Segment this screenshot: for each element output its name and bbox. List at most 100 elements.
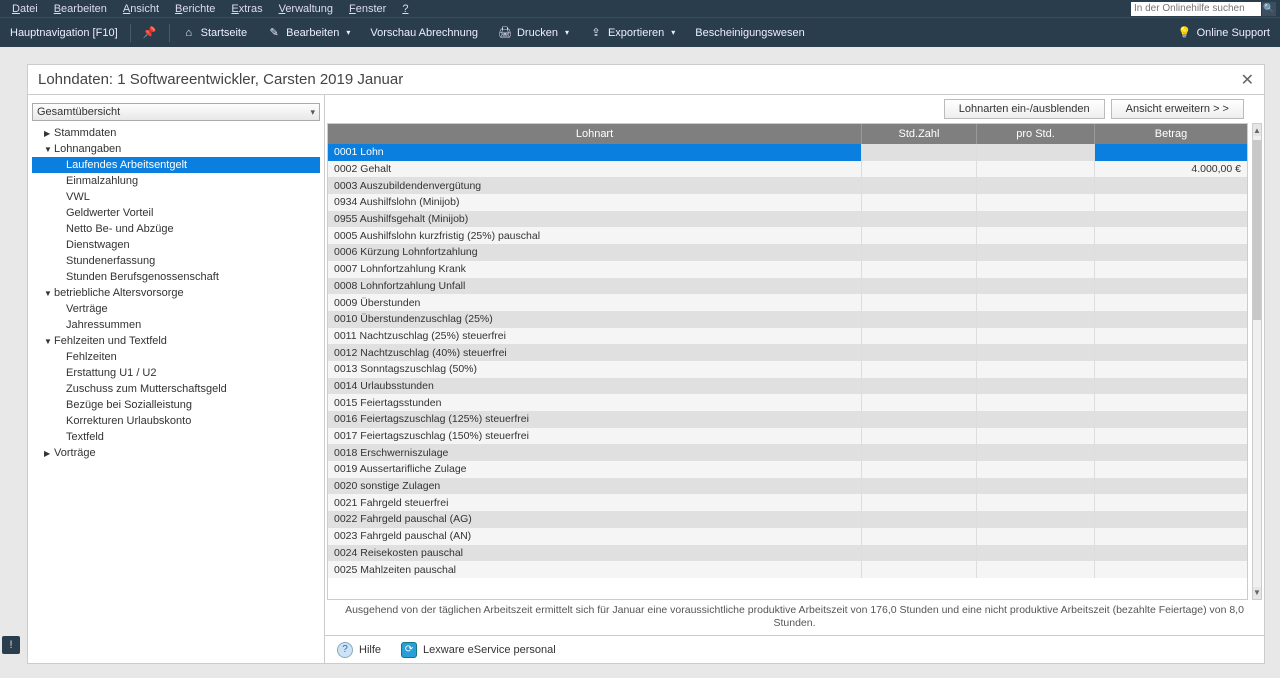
grid-body: 0001 Lohn0002 Gehalt4.000,00 €0003 Auszu…	[328, 144, 1247, 599]
nav-column: Gesamtübersicht ▶Stammdaten▼LohnangabenL…	[28, 95, 325, 663]
nav-item[interactable]: Geldwerter Vorteil	[32, 205, 320, 221]
nav-item[interactable]: Erstattung U1 / U2	[32, 365, 320, 381]
drucken-button[interactable]: 🖨Drucken▾	[488, 18, 579, 47]
table-row[interactable]: 0009 Überstunden	[328, 294, 1247, 311]
table-row[interactable]: 0015 Feiertagsstunden	[328, 394, 1247, 411]
export-icon: ⇪	[589, 26, 603, 40]
table-row[interactable]: 0023 Fahrgeld pauschal (AN)	[328, 528, 1247, 545]
table-row[interactable]: 0955 Aushilfsgehalt (Minijob)	[328, 211, 1247, 228]
startseite-button[interactable]: ⌂Startseite	[172, 18, 257, 47]
table-row[interactable]: 0011 Nachtzuschlag (25%) steuerfrei	[328, 328, 1247, 345]
col-betrag[interactable]: Betrag	[1095, 124, 1247, 144]
table-row[interactable]: 0017 Feiertagszuschlag (150%) steuerfrei	[328, 428, 1247, 445]
onlinehelp-search-input[interactable]	[1131, 2, 1261, 16]
info-text: Ausgehend von der täglichen Arbeitszeit …	[325, 600, 1264, 635]
table-row[interactable]: 0024 Reisekosten pauschal	[328, 545, 1247, 562]
lexware-icon: ⟳	[401, 642, 417, 658]
table-row[interactable]: 0019 Aussertarifliche Zulage	[328, 461, 1247, 478]
content-column: Lohnarten ein-/ausblenden Ansicht erweit…	[325, 95, 1264, 663]
menu-bearbeiten[interactable]: Bearbeiten	[46, 3, 115, 15]
grid-header: Lohnart Std.Zahl pro Std. Betrag	[328, 124, 1247, 144]
scroll-thumb[interactable]	[1253, 140, 1261, 320]
table-row[interactable]: 0002 Gehalt4.000,00 €	[328, 161, 1247, 178]
nav-item[interactable]: ▼betriebliche Altersvorsorge	[32, 285, 320, 301]
nav-item[interactable]: Stundenerfassung	[32, 253, 320, 269]
table-row[interactable]: 0001 Lohn	[328, 144, 1247, 161]
menu-berichte[interactable]: Berichte	[167, 3, 223, 15]
nav-item[interactable]: Einmalzahlung	[32, 173, 320, 189]
nav-item[interactable]: ▶Vorträge	[32, 445, 320, 461]
scroll-down-icon[interactable]: ▼	[1253, 587, 1261, 599]
menu-ansicht[interactable]: Ansicht	[115, 3, 167, 15]
menu-fenster[interactable]: Fenster	[341, 3, 394, 15]
table-row[interactable]: 0010 Überstundenzuschlag (25%)	[328, 311, 1247, 328]
panel-title: Lohndaten: 1 Softwareentwickler, Carsten…	[38, 71, 403, 88]
scroll-up-icon[interactable]: ▲	[1253, 124, 1261, 136]
menubar: Datei Bearbeiten Ansicht Berichte Extras…	[0, 0, 1280, 17]
panel-header: Lohndaten: 1 Softwareentwickler, Carsten…	[28, 65, 1264, 95]
nav-item[interactable]: Dienstwagen	[32, 237, 320, 253]
hauptnavigation-button[interactable]: Hauptnavigation [F10]	[0, 18, 128, 47]
vorschau-button[interactable]: Vorschau Abrechnung	[360, 18, 488, 47]
bearbeiten-button[interactable]: ✎Bearbeiten▾	[257, 18, 360, 47]
content-toolbar: Lohnarten ein-/ausblenden Ansicht erweit…	[325, 95, 1264, 123]
workspace: ! Lohndaten: 1 Softwareentwickler, Carst…	[0, 47, 1280, 678]
table-row[interactable]: 0008 Lohnfortzahlung Unfall	[328, 278, 1247, 295]
menu-verwaltung[interactable]: Verwaltung	[271, 3, 341, 15]
table-row[interactable]: 0021 Fahrgeld steuerfrei	[328, 494, 1247, 511]
table-row[interactable]: 0005 Aushilfslohn kurzfristig (25%) paus…	[328, 227, 1247, 244]
table-row[interactable]: 0003 Auszubildendenvergütung	[328, 177, 1247, 194]
grid-scrollbar[interactable]: ▲ ▼	[1252, 123, 1262, 600]
table-row[interactable]: 0016 Feiertagszuschlag (125%) steuerfrei	[328, 411, 1247, 428]
side-alert-icon[interactable]: !	[2, 636, 20, 654]
nav-item[interactable]: ▼Lohnangaben	[32, 141, 320, 157]
nav-item[interactable]: Bezüge bei Sozialleistung	[32, 397, 320, 413]
pin-icon[interactable]: 📌	[133, 18, 167, 47]
menu-extras[interactable]: Extras	[223, 3, 270, 15]
nav-item[interactable]: Laufendes Arbeitsentgelt	[32, 157, 320, 173]
menu-help[interactable]: ?	[394, 3, 416, 15]
nav-item[interactable]: Fehlzeiten	[32, 349, 320, 365]
bescheinigungswesen-button[interactable]: Bescheinigungswesen	[685, 18, 814, 47]
nav-item[interactable]: ▶Stammdaten	[32, 125, 320, 141]
close-icon[interactable]: ✕	[1241, 70, 1254, 90]
nav-item[interactable]: Netto Be- und Abzüge	[32, 221, 320, 237]
table-row[interactable]: 0025 Mahlzeiten pauschal	[328, 561, 1247, 578]
col-lohnart[interactable]: Lohnart	[328, 124, 862, 144]
exportieren-button[interactable]: ⇪Exportieren▾	[579, 18, 685, 47]
nav-item[interactable]: Textfeld	[32, 429, 320, 445]
search-icon[interactable]: 🔍	[1262, 2, 1276, 16]
menu-datei[interactable]: Datei	[4, 3, 46, 15]
lohnarten-grid: Lohnart Std.Zahl pro Std. Betrag 0001 Lo…	[327, 123, 1248, 600]
col-stdzahl[interactable]: Std.Zahl	[862, 124, 977, 144]
lohnarten-toggle-button[interactable]: Lohnarten ein-/ausblenden	[944, 99, 1105, 119]
hilfe-button[interactable]: ?Hilfe	[337, 642, 381, 658]
nav-item[interactable]: Stunden Berufsgenossenschaft	[32, 269, 320, 285]
table-row[interactable]: 0014 Urlaubsstunden	[328, 378, 1247, 395]
nav-item[interactable]: Korrekturen Urlaubskonto	[32, 413, 320, 429]
table-row[interactable]: 0934 Aushilfslohn (Minijob)	[328, 194, 1247, 211]
nav-item[interactable]: VWL	[32, 189, 320, 205]
nav-item[interactable]: ▼Fehlzeiten und Textfeld	[32, 333, 320, 349]
toolbar: Hauptnavigation [F10] 📌 ⌂Startseite ✎Bea…	[0, 17, 1280, 47]
table-row[interactable]: 0006 Kürzung Lohnfortzahlung	[328, 244, 1247, 261]
printer-icon: 🖨	[498, 26, 512, 40]
panel-footer: ?Hilfe ⟳Lexware eService personal	[325, 635, 1264, 663]
nav-item[interactable]: Jahressummen	[32, 317, 320, 333]
home-icon: ⌂	[182, 26, 196, 40]
table-row[interactable]: 0012 Nachtzuschlag (40%) steuerfrei	[328, 344, 1247, 361]
table-row[interactable]: 0007 Lohnfortzahlung Krank	[328, 261, 1247, 278]
view-select[interactable]: Gesamtübersicht	[32, 103, 320, 121]
help-icon: ?	[337, 642, 353, 658]
table-row[interactable]: 0018 Erschwerniszulage	[328, 444, 1247, 461]
nav-item[interactable]: Verträge	[32, 301, 320, 317]
nav-item[interactable]: Zuschuss zum Mutterschaftsgeld	[32, 381, 320, 397]
ansicht-erweitern-button[interactable]: Ansicht erweitern > >	[1111, 99, 1244, 119]
table-row[interactable]: 0022 Fahrgeld pauschal (AG)	[328, 511, 1247, 528]
online-support-button[interactable]: 💡Online Support	[1168, 18, 1280, 47]
table-row[interactable]: 0013 Sonntagszuschlag (50%)	[328, 361, 1247, 378]
lexware-eservice-button[interactable]: ⟳Lexware eService personal	[401, 642, 556, 658]
bulb-icon: 💡	[1178, 26, 1192, 40]
table-row[interactable]: 0020 sonstige Zulagen	[328, 478, 1247, 495]
col-prostd[interactable]: pro Std.	[977, 124, 1095, 144]
